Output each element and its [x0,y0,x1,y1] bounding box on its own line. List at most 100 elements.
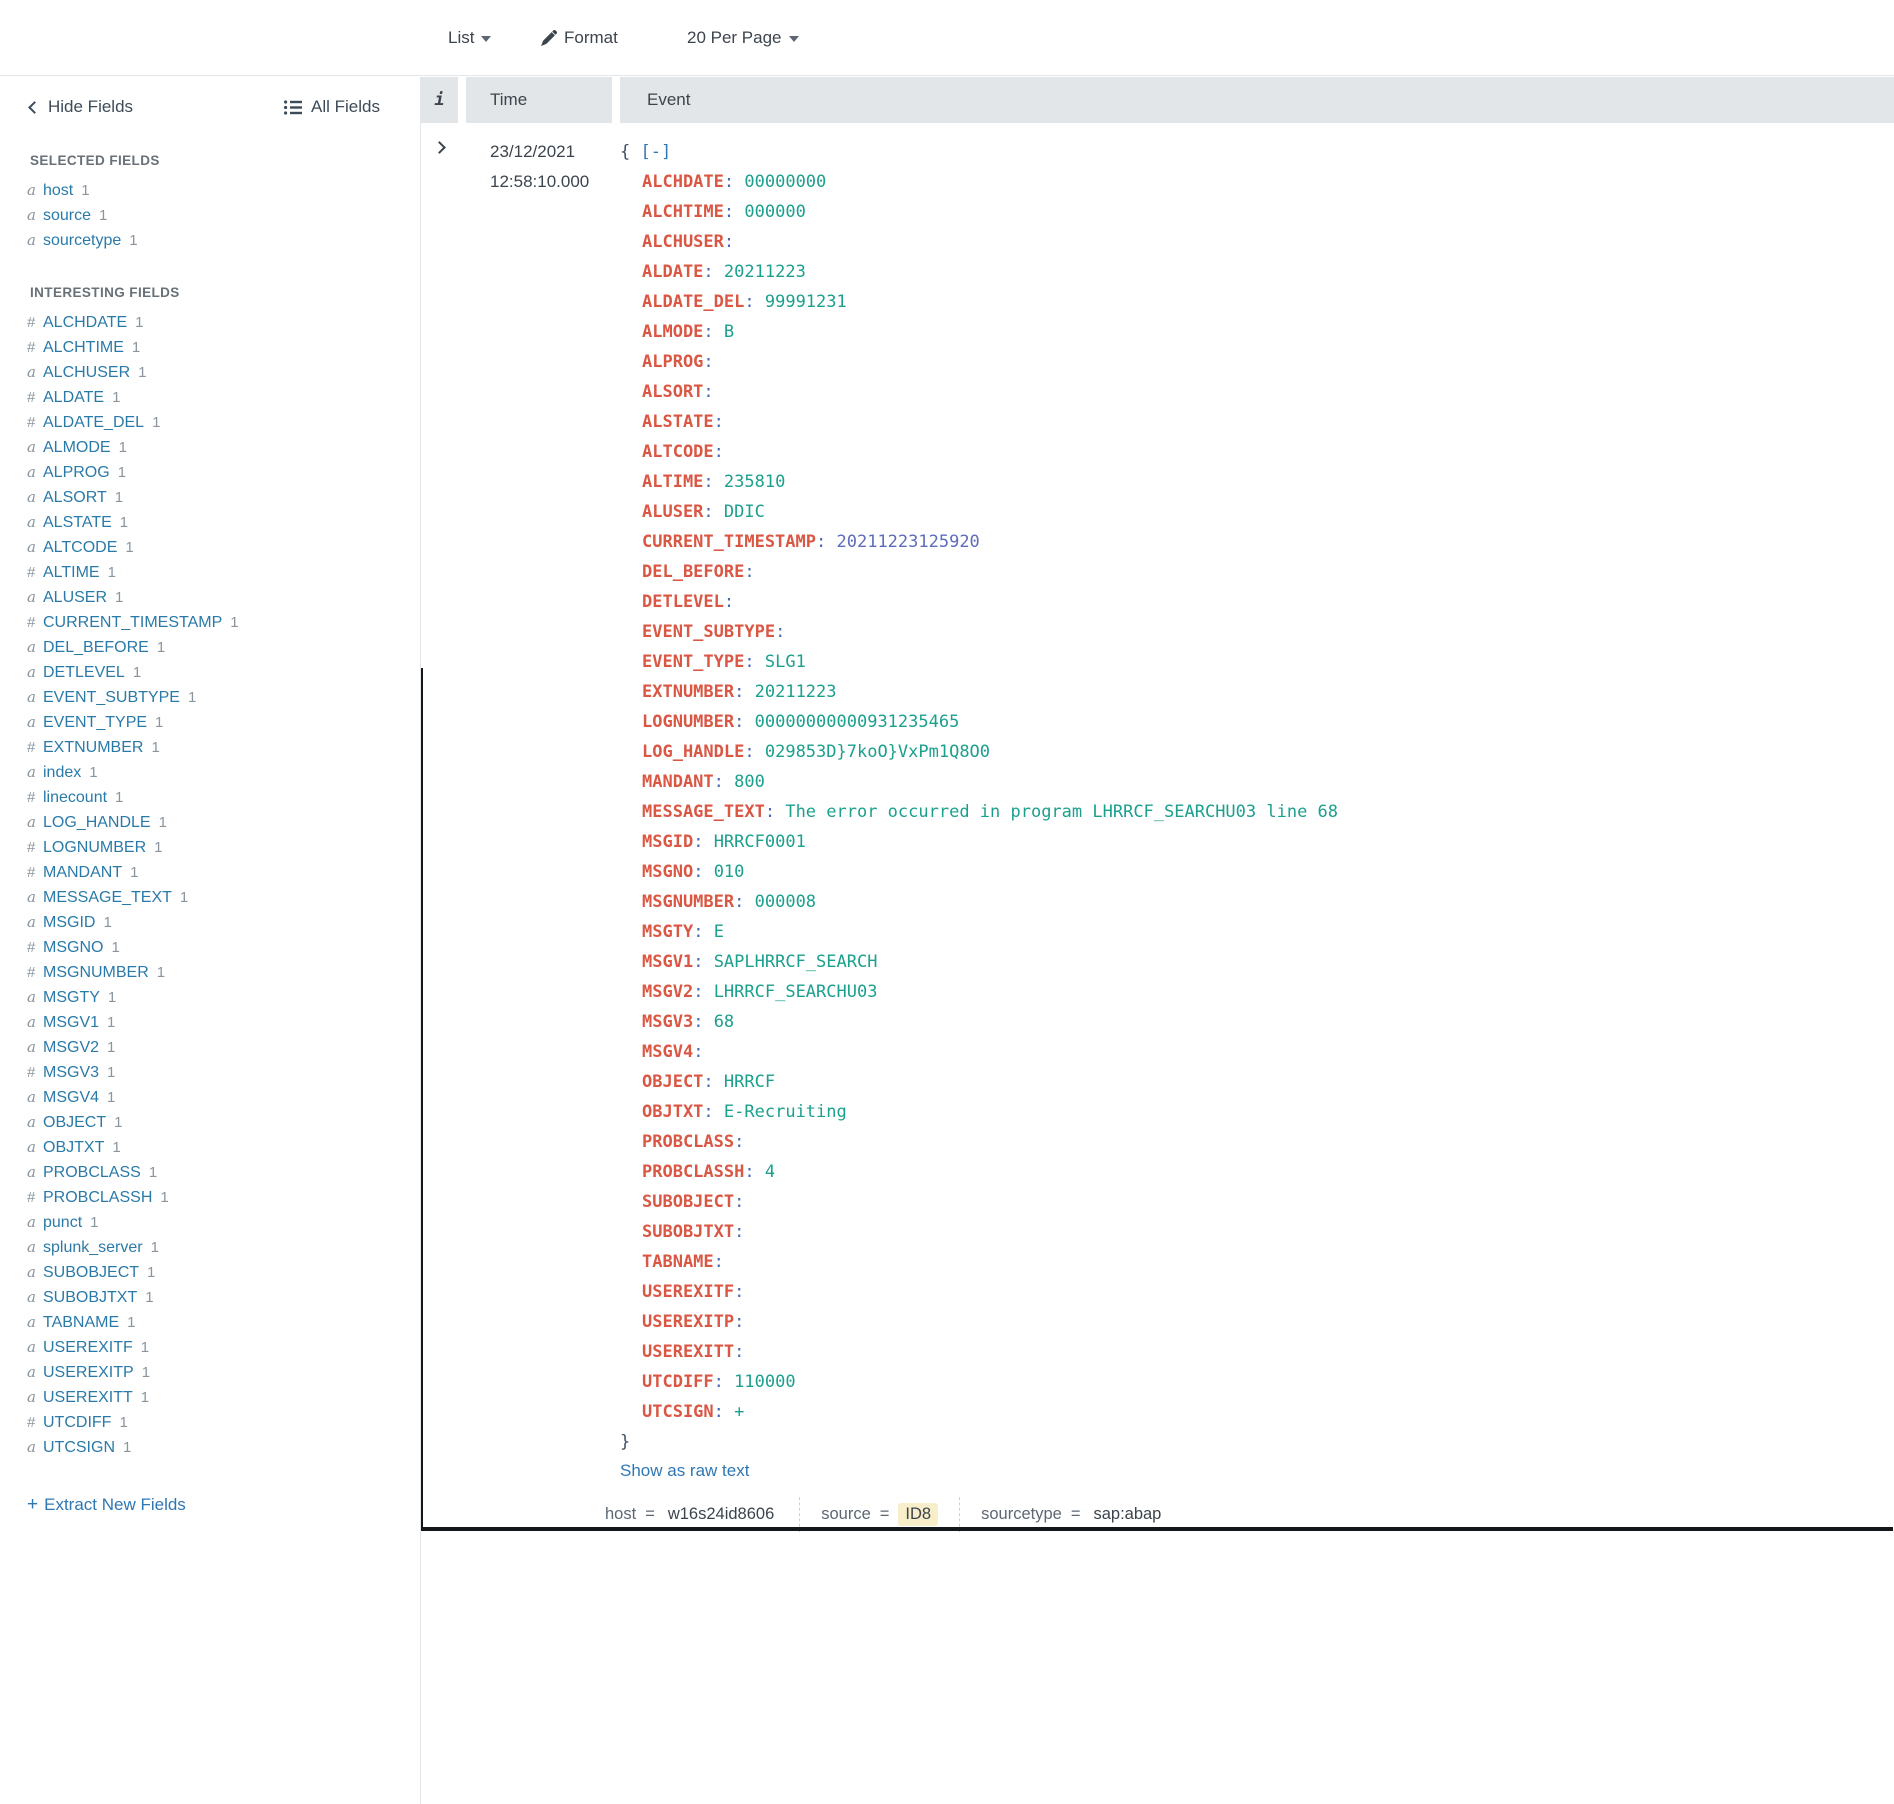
expand-event-button[interactable] [435,140,444,155]
json-value[interactable]: HRRCF0001 [714,832,806,852]
json-value[interactable]: 00000000 [744,172,826,192]
field-list-item[interactable]: a ALSTATE 1 [0,510,420,535]
field-list-item[interactable]: a splunk_server 1 [0,1235,420,1260]
field-list-item[interactable]: # EXTNUMBER 1 [0,735,420,760]
field-list-item[interactable]: a DETLEVEL 1 [0,660,420,685]
json-value[interactable]: 029853D}7koO}VxPm1Q8O0 [765,742,990,762]
extract-new-fields-button[interactable]: + Extract New Fields [27,1494,186,1516]
show-raw-text-link[interactable]: Show as raw text [620,1459,749,1483]
json-key[interactable]: MESSAGE_TEXT [642,802,765,822]
json-value[interactable]: E [714,922,724,942]
field-list-item[interactable]: a EVENT_TYPE 1 [0,710,420,735]
json-key[interactable]: ALUSER [642,502,703,522]
field-list-item[interactable]: a ALUSER 1 [0,585,420,610]
field-list-item[interactable]: # ALCHDATE 1 [0,310,420,335]
hide-fields-button[interactable]: Hide Fields [30,97,133,117]
field-list-item[interactable]: a index 1 [0,760,420,785]
all-fields-button[interactable]: All Fields [284,97,380,117]
json-key[interactable]: MSGV3 [642,1012,693,1032]
field-list-item[interactable]: a MESSAGE_TEXT 1 [0,885,420,910]
json-value[interactable]: 800 [734,772,765,792]
field-list-item[interactable]: a UTCSIGN 1 [0,1435,420,1460]
field-list-item[interactable]: a MSGTY 1 [0,985,420,1010]
json-value[interactable]: 000000 [744,202,805,222]
json-key[interactable]: EXTNUMBER [642,682,734,702]
json-key[interactable]: LOG_HANDLE [642,742,744,762]
field-list-item[interactable]: a SUBOBJTXT 1 [0,1285,420,1310]
json-key[interactable]: MANDANT [642,772,714,792]
field-list-item[interactable]: a sourcetype 1 [0,228,420,253]
json-value[interactable]: 4 [765,1162,775,1182]
field-list-item[interactable]: a OBJTXT 1 [0,1135,420,1160]
field-list-item[interactable]: a MSGV1 1 [0,1010,420,1035]
list-view-dropdown[interactable]: List [448,0,491,76]
json-key[interactable]: DEL_BEFORE [642,562,744,582]
field-list-item[interactable]: a ALCHUSER 1 [0,360,420,385]
json-key[interactable]: ALMODE [642,322,703,342]
json-key[interactable]: USEREXITT [642,1342,734,1362]
json-key[interactable]: UTCDIFF [642,1372,714,1392]
field-list-item[interactable]: # linecount 1 [0,785,420,810]
json-key[interactable]: USEREXITP [642,1312,734,1332]
json-value[interactable]: 235810 [724,472,785,492]
json-key[interactable]: MSGID [642,832,693,852]
collapse-json-link[interactable]: [-] [641,142,672,162]
field-list-item[interactable]: # MSGV3 1 [0,1060,420,1085]
field-list-item[interactable]: a SUBOBJECT 1 [0,1260,420,1285]
field-list-item[interactable]: a host 1 [0,178,420,203]
json-key[interactable]: OBJECT [642,1072,703,1092]
field-list-item[interactable]: # ALCHTIME 1 [0,335,420,360]
json-key[interactable]: CURRENT_TIMESTAMP [642,532,816,552]
field-list-item[interactable]: # CURRENT_TIMESTAMP 1 [0,610,420,635]
json-value[interactable]: 20211223125920 [837,532,980,552]
json-key[interactable]: ALTCODE [642,442,714,462]
field-list-item[interactable]: a ALMODE 1 [0,435,420,460]
json-value[interactable]: 20211223 [755,682,837,702]
field-list-item[interactable]: # ALTIME 1 [0,560,420,585]
json-value[interactable]: 00000000000931235465 [755,712,960,732]
json-key[interactable]: MSGTY [642,922,693,942]
tag-value[interactable]: w16s24id8606 [664,1503,778,1526]
json-key[interactable]: SUBOBJECT [642,1192,734,1212]
json-value[interactable]: B [724,322,734,342]
field-list-item[interactable]: a MSGV4 1 [0,1085,420,1110]
json-value[interactable]: 110000 [734,1372,795,1392]
json-value[interactable]: HRRCF [724,1072,775,1092]
json-key[interactable]: EVENT_TYPE [642,652,744,672]
json-value[interactable]: LHRRCF_SEARCHU03 [714,982,878,1002]
json-key[interactable]: USEREXITF [642,1282,734,1302]
field-list-item[interactable]: # MSGNUMBER 1 [0,960,420,985]
field-list-item[interactable]: a punct 1 [0,1210,420,1235]
json-value[interactable]: SLG1 [765,652,806,672]
field-list-item[interactable]: a USEREXITP 1 [0,1360,420,1385]
json-value[interactable]: E-Recruiting [724,1102,847,1122]
tag-value[interactable]: sap:abap [1089,1503,1165,1526]
field-list-item[interactable]: a ALTCODE 1 [0,535,420,560]
tag-value[interactable]: ID8 [898,1503,938,1526]
field-list-item[interactable]: # ALDATE_DEL 1 [0,410,420,435]
json-key[interactable]: ALPROG [642,352,703,372]
json-key[interactable]: EVENT_SUBTYPE [642,622,775,642]
field-list-item[interactable]: a OBJECT 1 [0,1110,420,1135]
field-list-item[interactable]: # PROBCLASSH 1 [0,1185,420,1210]
json-value[interactable]: 68 [714,1012,734,1032]
json-key[interactable]: ALDATE [642,262,703,282]
json-key[interactable]: MSGV1 [642,952,693,972]
field-list-item[interactable]: a EVENT_SUBTYPE 1 [0,685,420,710]
json-key[interactable]: PROBCLASS [642,1132,734,1152]
json-key[interactable]: TABNAME [642,1252,714,1272]
json-key[interactable]: MSGV2 [642,982,693,1002]
json-key[interactable]: ALCHTIME [642,202,724,222]
field-list-item[interactable]: # MANDANT 1 [0,860,420,885]
json-key[interactable]: SUBOBJTXT [642,1222,734,1242]
field-list-item[interactable]: a PROBCLASS 1 [0,1160,420,1185]
json-key[interactable]: ALCHDATE [642,172,724,192]
field-list-item[interactable]: a LOG_HANDLE 1 [0,810,420,835]
json-key[interactable]: ALSTATE [642,412,714,432]
field-list-item[interactable]: # LOGNUMBER 1 [0,835,420,860]
field-list-item[interactable]: a DEL_BEFORE 1 [0,635,420,660]
json-key[interactable]: ALTIME [642,472,703,492]
json-value[interactable]: 000008 [755,892,816,912]
field-list-item[interactable]: # UTCDIFF 1 [0,1410,420,1435]
field-list-item[interactable]: a USEREXITT 1 [0,1385,420,1410]
